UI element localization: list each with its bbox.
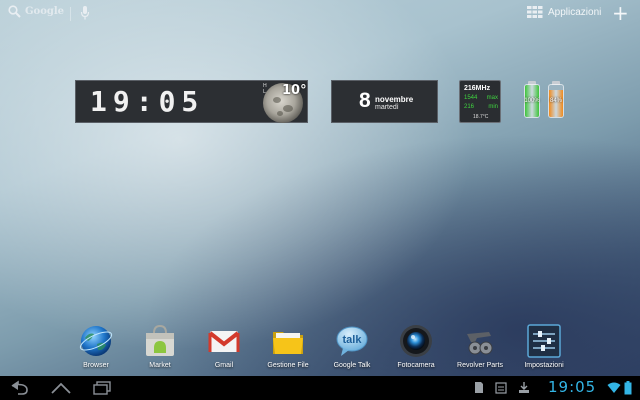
date-month: novembre <box>375 95 414 104</box>
talk-bubble-icon: talk <box>336 326 368 356</box>
clock-time: 19:05 <box>90 85 205 118</box>
dock-label-market: Market <box>149 362 171 369</box>
top-bar: Google Applicazioni + <box>0 0 640 28</box>
download-icon <box>519 382 529 393</box>
cpu-min-row: 216 min <box>464 104 498 110</box>
search-icon <box>8 5 21 18</box>
cpu-min-label: min <box>488 104 498 110</box>
dock-label-gmail: Gmail <box>214 362 234 369</box>
recent-apps-icon[interactable] <box>92 380 112 396</box>
date-weekday: martedì <box>375 104 399 111</box>
apps-button[interactable]: Applicazioni <box>527 6 601 18</box>
apps-label: Applicazioni <box>548 6 602 18</box>
google-search-label: Google <box>25 6 65 17</box>
dock-label-google-talk: Google Talk <box>333 362 371 369</box>
market-bag-icon <box>146 324 174 356</box>
add-widget-button[interactable]: + <box>612 1 629 25</box>
date-day: 8 <box>359 89 371 112</box>
clipboard-icon <box>495 382 507 394</box>
dock-label-revolver-parts: Revolver Parts <box>457 362 503 369</box>
settings-sliders-icon <box>527 324 561 358</box>
battery-label-1: 100% <box>524 98 540 104</box>
date-widget[interactable]: 8 novembre martedì <box>331 80 438 123</box>
apps-grid-icon <box>527 6 543 18</box>
cpu-temperature: 18.7°C <box>473 114 489 120</box>
wifi-icon <box>607 382 621 393</box>
cpu-frequency: 216MHz <box>464 85 491 92</box>
dock-item-revolver-parts[interactable]: Revolver Parts <box>448 324 512 369</box>
system-bar: 19:05 <box>0 376 640 400</box>
dock-item-browser[interactable]: Browser <box>64 324 128 369</box>
globe-icon <box>79 326 113 356</box>
clock-weather-widget[interactable]: 19:05 HL 10° <box>75 80 308 123</box>
dock-label-browser: Browser <box>83 362 109 369</box>
microphone-icon[interactable] <box>80 5 90 21</box>
dock-label-camera: Fotocamera <box>397 362 435 369</box>
cpu-max-row: 1544 max <box>464 95 498 101</box>
dock-item-google-talk[interactable]: talk Google Talk <box>320 324 384 369</box>
dock-label-file-manager: Gestione File <box>267 362 309 369</box>
system-clock[interactable]: 19:05 <box>548 378 596 396</box>
dock-item-gmail[interactable]: Gmail <box>192 324 256 369</box>
dock-label-settings: Impostazioni <box>524 362 564 369</box>
camera-lens-icon <box>400 325 432 357</box>
google-search-button[interactable]: Google <box>8 5 64 18</box>
cpu-monitor-widget[interactable]: 216MHz 1544 max 216 min 18.7°C <box>459 80 501 123</box>
high-low-label: HL <box>263 83 267 95</box>
dock-item-market[interactable]: Market <box>128 324 192 369</box>
dock-item-camera[interactable]: Fotocamera <box>384 324 448 369</box>
back-icon[interactable] <box>8 380 30 396</box>
cpu-max-value: 1544 <box>464 95 478 101</box>
sd-card-icon <box>475 382 483 393</box>
dock-item-file-manager[interactable]: Gestione File <box>256 324 320 369</box>
weather-temperature: 10° <box>282 83 307 98</box>
cpu-min-value: 216 <box>464 104 475 110</box>
cpu-max-label: max <box>486 95 498 101</box>
revolver-icon <box>467 332 493 355</box>
battery-status-icon <box>624 381 632 395</box>
top-bar-divider <box>70 7 71 21</box>
dock-item-settings[interactable]: Impostazioni <box>512 324 576 369</box>
folder-icon <box>273 332 303 354</box>
home-icon[interactable] <box>50 380 72 396</box>
svg-text:talk: talk <box>343 334 363 346</box>
battery-label-2: 84% <box>549 98 562 104</box>
gmail-icon <box>208 331 240 352</box>
